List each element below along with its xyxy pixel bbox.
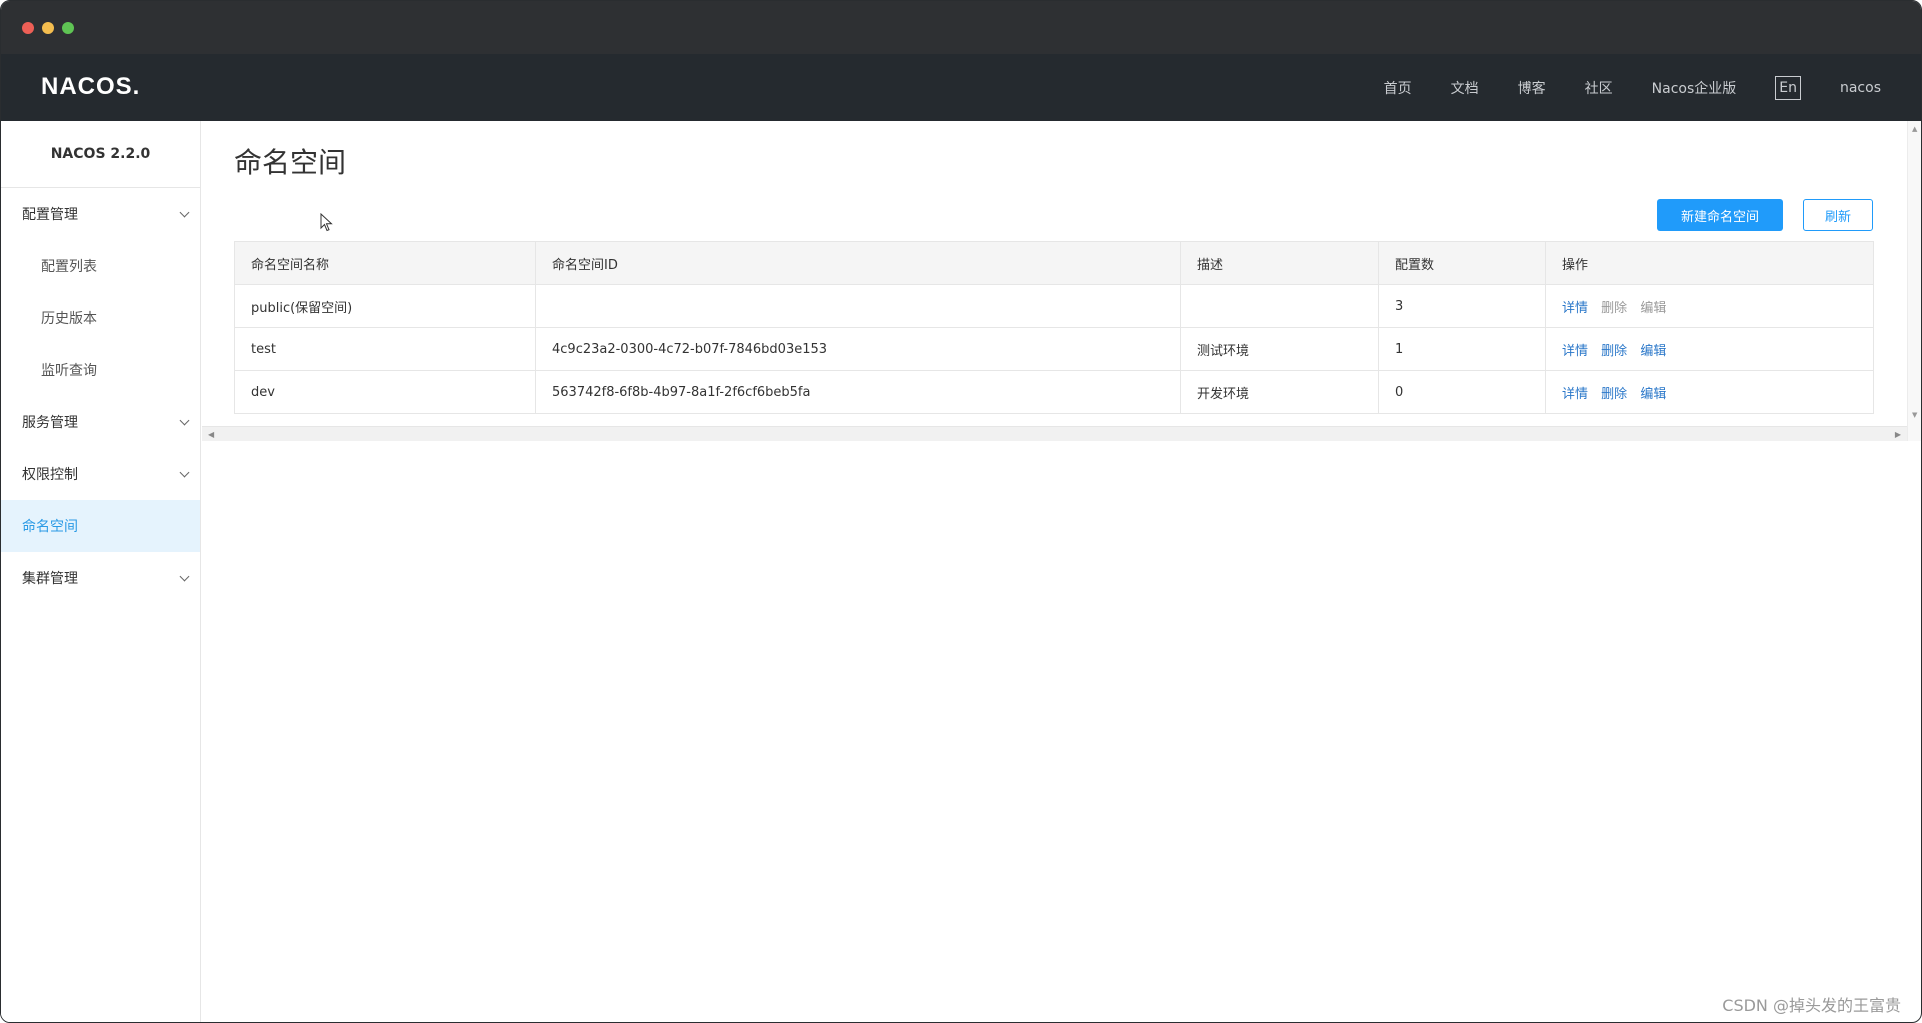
description-cell: [1180, 284, 1379, 328]
namespace-name-cell: test: [234, 327, 536, 371]
chevron-down-icon: [180, 573, 190, 583]
close-window-button[interactable]: [22, 22, 34, 34]
operations-cell: 详情 删除 编辑: [1545, 370, 1874, 414]
config-count-cell: 3: [1378, 284, 1546, 328]
sidebar-group-label: 服务管理: [22, 415, 78, 431]
maximize-window-button[interactable]: [62, 22, 74, 34]
sidebar-group-label: 配置管理: [22, 207, 78, 223]
top-navigation: NACOS. 首页 文档 博客 社区 Nacos企业版 En nacos: [1, 54, 1921, 121]
detail-link[interactable]: 详情: [1562, 301, 1588, 316]
namespace-name-cell: dev: [234, 370, 536, 414]
delete-link-disabled: 删除: [1601, 300, 1628, 316]
namespace-table: 命名空间名称 命名空间ID 描述 配置数 操作 public(保留空间) 3 详…: [234, 241, 1874, 414]
nav-link-home[interactable]: 首页: [1384, 78, 1412, 98]
app-window: NACOS. 首页 文档 博客 社区 Nacos企业版 En nacos NAC…: [0, 0, 1922, 1023]
edit-link[interactable]: 编辑: [1640, 387, 1666, 402]
watermark: CSDN @掉头发的王富贵: [1722, 996, 1901, 1015]
table-row: public(保留空间) 3 详情 删除 编辑: [234, 284, 1874, 328]
table-row: dev 563742f8-6f8b-4b97-8a1f-2f6cf6beb5fa…: [234, 370, 1874, 414]
sidebar-group-config[interactable]: 配置管理: [1, 188, 200, 240]
operations-cell: 详情 删除 编辑: [1545, 284, 1874, 328]
delete-link[interactable]: 删除: [1601, 344, 1627, 359]
page-title: 命名空间: [234, 146, 347, 179]
description-cell: 测试环境: [1180, 327, 1379, 371]
detail-link[interactable]: 详情: [1562, 387, 1588, 402]
vertical-scrollbar[interactable]: ▲ ▼: [1907, 121, 1921, 441]
chevron-down-icon: [180, 209, 190, 219]
scroll-left-icon[interactable]: ◀: [208, 430, 214, 439]
sidebar-group-service[interactable]: 服务管理: [1, 396, 200, 448]
operations-cell: 详情 删除 编辑: [1545, 327, 1874, 371]
nav-link-blog[interactable]: 博客: [1518, 78, 1546, 98]
namespace-name-cell: public(保留空间): [234, 284, 536, 328]
table-row: test 4c9c23a2-0300-4c72-b07f-7846bd03e15…: [234, 327, 1874, 371]
table-header-row: 命名空间名称 命名空间ID 描述 配置数 操作: [234, 241, 1874, 285]
sidebar-item-namespace[interactable]: 命名空间: [1, 500, 200, 552]
edit-link-disabled: 编辑: [1640, 300, 1667, 316]
config-count-cell: 0: [1378, 370, 1546, 414]
scroll-down-icon[interactable]: ▼: [1912, 411, 1917, 419]
nav-link-community[interactable]: 社区: [1585, 78, 1613, 98]
sidebar-item-listener[interactable]: 监听查询: [1, 344, 200, 396]
scroll-right-icon[interactable]: ▶: [1895, 430, 1901, 439]
namespace-id-cell: 563742f8-6f8b-4b97-8a1f-2f6cf6beb5fa: [535, 370, 1181, 414]
nacos-logo[interactable]: NACOS.: [41, 72, 140, 102]
sidebar: NACOS 2.2.0 配置管理 配置列表 历史版本 监听查询 服务管理 权限控…: [1, 121, 201, 1022]
nav-links: 首页 文档 博客 社区 Nacos企业版 En nacos: [1345, 54, 1881, 121]
scroll-up-icon[interactable]: ▲: [1912, 125, 1917, 133]
horizontal-scrollbar[interactable]: ◀ ▶: [202, 426, 1907, 441]
language-toggle-button[interactable]: En: [1775, 75, 1801, 100]
detail-link[interactable]: 详情: [1562, 344, 1588, 359]
new-namespace-button[interactable]: 新建命名空间: [1657, 199, 1783, 231]
minimize-window-button[interactable]: [42, 22, 54, 34]
delete-link[interactable]: 删除: [1601, 387, 1627, 402]
nav-link-docs[interactable]: 文档: [1451, 78, 1479, 98]
column-header: 配置数: [1378, 241, 1546, 285]
sidebar-group-permission[interactable]: 权限控制: [1, 448, 200, 500]
column-header: 描述: [1180, 241, 1379, 285]
window-titlebar: [1, 1, 1921, 54]
nav-link-enterprise[interactable]: Nacos企业版: [1652, 78, 1737, 98]
logo-text: NACOS.: [41, 73, 141, 100]
config-count-cell: 1: [1378, 327, 1546, 371]
refresh-button[interactable]: 刷新: [1803, 199, 1873, 231]
user-menu[interactable]: nacos: [1840, 80, 1881, 96]
column-header: 命名空间ID: [535, 241, 1181, 285]
main-content: 命名空间 新建命名空间 刷新 命名空间名称 命名空间ID 描述 配置数 操作 p…: [202, 121, 1907, 441]
sidebar-item-config-list[interactable]: 配置列表: [1, 240, 200, 292]
sidebar-group-label: 权限控制: [22, 467, 78, 483]
description-cell: 开发环境: [1180, 370, 1379, 414]
sidebar-group-cluster[interactable]: 集群管理: [1, 552, 200, 604]
namespace-id-cell: 4c9c23a2-0300-4c72-b07f-7846bd03e153: [535, 327, 1181, 371]
namespace-id-cell: [535, 284, 1181, 328]
version-label: NACOS 2.2.0: [1, 121, 200, 188]
edit-link[interactable]: 编辑: [1640, 344, 1666, 359]
chevron-down-icon: [180, 469, 190, 479]
column-header: 操作: [1545, 241, 1874, 285]
sidebar-group-label: 集群管理: [22, 571, 78, 587]
column-header: 命名空间名称: [234, 241, 536, 285]
sidebar-item-history[interactable]: 历史版本: [1, 292, 200, 344]
mouse-cursor-icon: [320, 213, 333, 232]
chevron-down-icon: [180, 417, 190, 427]
